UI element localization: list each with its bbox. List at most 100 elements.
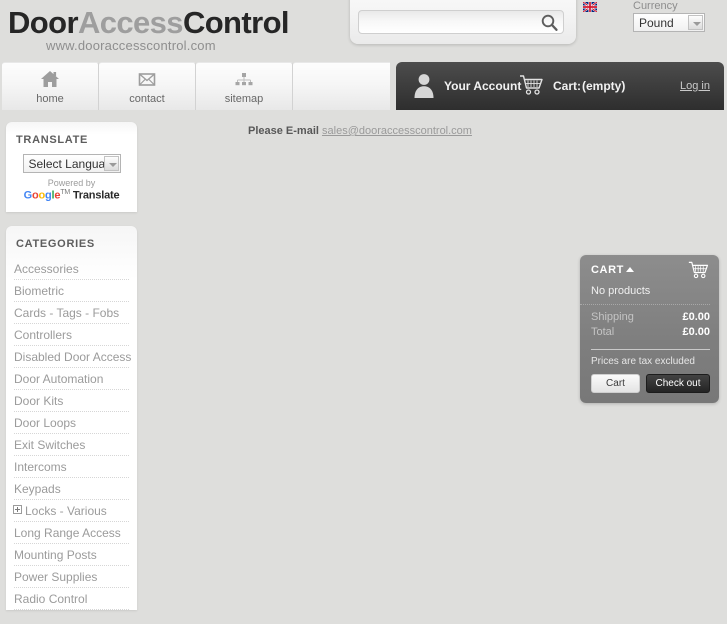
- main-navigation: home contact sitemap Your Account Cart: …: [0, 62, 727, 114]
- uk-flag-icon[interactable]: [582, 1, 598, 13]
- category-item[interactable]: Cards - Tags - Fobs: [14, 302, 129, 324]
- category-item-label: Door Kits: [14, 393, 64, 408]
- cart-label: Cart:: [553, 79, 582, 93]
- currency-label: Currency: [633, 0, 678, 12]
- category-item[interactable]: Disabled Door Access: [14, 346, 132, 368]
- logo-wordmark: DoorAccessControl: [8, 5, 290, 40]
- shipping-value: £0.00: [682, 311, 710, 323]
- category-item[interactable]: Door Kits: [14, 390, 129, 412]
- category-item[interactable]: Power Supplies: [14, 566, 129, 588]
- search-button[interactable]: [540, 13, 559, 32]
- category-item-label: Long Range Access: [14, 525, 121, 540]
- categories-block: CATEGORIES Accessories Biometric Cards - T…: [6, 225, 137, 610]
- category-item-label: Disabled Door Access: [14, 349, 132, 364]
- envelope-icon: [99, 69, 195, 93]
- login-link[interactable]: Log in: [680, 80, 710, 92]
- nav-tab-sitemap[interactable]: sitemap: [196, 62, 293, 110]
- contact-email-line: Please E-mail sales@dooraccesscontrol.co…: [145, 114, 575, 137]
- user-icon: [412, 72, 436, 98]
- your-account-link[interactable]: Your Account: [444, 79, 521, 93]
- category-item-label: Exit Switches: [14, 437, 86, 452]
- chevron-up-icon[interactable]: [626, 267, 634, 272]
- category-item-label: Controllers: [14, 327, 73, 342]
- category-item-label: Keypads: [14, 481, 61, 496]
- cart-action-buttons: Cart Check out: [591, 374, 710, 393]
- chevron-down-icon[interactable]: [688, 15, 703, 30]
- category-item-label: Biometric: [14, 283, 65, 298]
- category-item-label: Accessories: [14, 261, 79, 276]
- nav-tab-sitemap-label: sitemap: [224, 93, 264, 105]
- shopping-cart-icon: [688, 260, 710, 280]
- sitemap-icon: [196, 69, 292, 93]
- site-logo[interactable]: DoorAccessControl www.dooraccesscontrol.…: [8, 5, 290, 54]
- category-item-label: Door Loops: [14, 415, 77, 430]
- left-sidebar: TRANSLATE Select Language Powered by Goo…: [6, 122, 137, 624]
- category-item-label: Locks - Various: [25, 503, 107, 518]
- checkout-button[interactable]: Check out: [646, 374, 710, 393]
- currency-selected-value: Pound: [639, 16, 674, 30]
- search-field-wrapper[interactable]: [358, 10, 564, 34]
- category-item[interactable]: Intercoms: [14, 456, 129, 478]
- category-item[interactable]: Exit Switches: [14, 434, 129, 456]
- nav-tab-home[interactable]: home: [2, 62, 99, 110]
- cart-button[interactable]: Cart: [591, 374, 640, 393]
- currency-selector-block: Currency Pound: [633, 0, 721, 32]
- google-letter-g: G: [23, 189, 33, 202]
- category-item-label: Radio Control: [14, 591, 88, 606]
- category-list: Accessories Biometric Cards - Tags - Fobs C…: [6, 258, 137, 610]
- search-panel: [350, 0, 576, 44]
- main-content: Please E-mail sales@dooraccesscontrol.co…: [145, 114, 575, 545]
- cart-summary-block: CART No products Shipping £0.00 Total £0…: [580, 255, 719, 403]
- category-item[interactable]: Door Loops: [14, 412, 129, 434]
- account-cart-bar: Your Account Cart: (empty) Log in: [396, 62, 724, 110]
- cart-row-total: Total £0.00: [591, 326, 710, 341]
- cart-block-header[interactable]: CART: [580, 255, 719, 281]
- category-item-label: Mounting Posts: [14, 547, 97, 562]
- category-item[interactable]: Long Range Access: [14, 522, 129, 544]
- total-label: Total: [591, 326, 615, 338]
- category-item-label: Cards - Tags - Fobs: [14, 305, 120, 320]
- category-item[interactable]: Keypads: [14, 478, 129, 500]
- category-item[interactable]: Door Automation: [14, 368, 129, 390]
- nav-tab-contact-label: contact: [129, 93, 165, 105]
- email-prefix: Please E-mail: [248, 125, 319, 137]
- shopping-cart-icon[interactable]: [519, 74, 545, 96]
- google-translate-logo[interactable]: GoogleTM Translate: [6, 189, 137, 202]
- cart-status: (empty): [582, 79, 626, 93]
- category-item[interactable]: Biometric: [14, 280, 129, 302]
- nav-tab-list: home contact sitemap: [2, 62, 390, 110]
- search-icon: [541, 14, 558, 31]
- translate-block: TRANSLATE Select Language Powered by Goo…: [6, 122, 137, 212]
- site-header: DoorAccessControl www.dooraccesscontrol.…: [0, 0, 727, 62]
- category-item[interactable]: Controllers: [14, 324, 129, 346]
- logo-part-door: Door: [8, 5, 79, 40]
- chevron-down-icon[interactable]: [103, 156, 119, 171]
- currency-select[interactable]: Pound: [633, 13, 705, 32]
- trademark-mark: TM: [60, 189, 71, 196]
- category-item[interactable]: Mounting Posts: [14, 544, 129, 566]
- email-address-link[interactable]: sales@dooraccesscontrol.com: [322, 125, 472, 137]
- expand-plus-icon[interactable]: [13, 504, 22, 514]
- cart-empty-message: No products: [580, 281, 710, 305]
- search-input[interactable]: [364, 13, 538, 33]
- powered-by-label: Powered by: [47, 178, 96, 188]
- nav-tab-spacer: [293, 62, 390, 110]
- category-item-label: Power Supplies: [14, 569, 98, 584]
- shipping-label: Shipping: [591, 311, 634, 323]
- logo-part-access: Access: [77, 5, 184, 40]
- category-item-label: Door Automation: [14, 371, 104, 386]
- house-icon: [2, 69, 98, 93]
- translate-title: TRANSLATE: [16, 134, 89, 146]
- category-item-label: Intercoms: [14, 459, 67, 474]
- translate-word: Translate: [72, 189, 120, 202]
- category-item[interactable]: Accessories: [14, 258, 129, 280]
- logo-subtitle: www.dooraccesscontrol.com: [46, 38, 216, 53]
- cart-row-shipping: Shipping £0.00: [591, 311, 710, 326]
- logo-part-control: Control: [182, 5, 290, 40]
- category-item[interactable]: Locks - Various: [13, 500, 129, 522]
- language-select[interactable]: Select Language: [22, 154, 121, 173]
- nav-tab-contact[interactable]: contact: [99, 62, 196, 110]
- category-item[interactable]: Radio Control: [14, 588, 129, 610]
- total-value: £0.00: [682, 326, 710, 338]
- nav-tab-home-label: home: [36, 93, 64, 105]
